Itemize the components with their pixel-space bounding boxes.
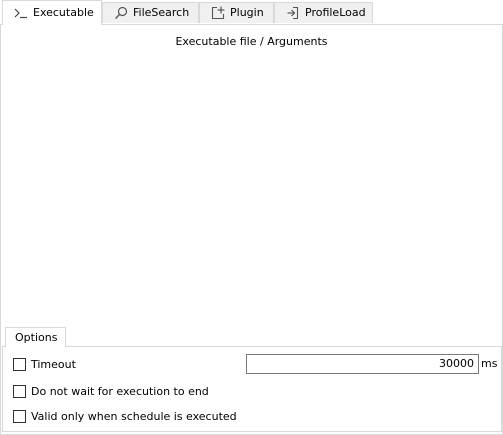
tab-plugin[interactable]: Plugin xyxy=(199,2,274,23)
timeout-input[interactable]: 30000 xyxy=(246,354,479,374)
tab-options-label: Options xyxy=(15,331,58,344)
terminal-icon xyxy=(13,5,29,21)
tab-filesearch-label: FileSearch xyxy=(133,6,190,19)
schedule-only-label: Valid only when schedule is executed xyxy=(31,409,237,423)
timeout-label: Timeout xyxy=(31,357,76,371)
schedule-only-checkbox[interactable]: Valid only when schedule is executed xyxy=(13,409,237,423)
executable-tab-page: Executable file / Arguments Options Time… xyxy=(0,24,503,435)
tab-options[interactable]: Options xyxy=(5,327,66,347)
tab-executable[interactable]: Executable xyxy=(2,0,102,25)
timeout-checkbox[interactable]: Timeout xyxy=(13,357,76,371)
tab-profileload[interactable]: ProfileLoad xyxy=(274,2,373,23)
tab-plugin-label: Plugin xyxy=(230,6,264,19)
no-wait-checkbox[interactable]: Do not wait for execution to end xyxy=(13,384,209,398)
tab-filesearch[interactable]: FileSearch xyxy=(102,2,199,23)
timeout-checkbox-box[interactable] xyxy=(13,357,26,371)
no-wait-label: Do not wait for execution to end xyxy=(31,384,209,398)
search-icon xyxy=(113,5,129,21)
tab-profileload-label: ProfileLoad xyxy=(305,6,366,19)
timeout-unit-label: ms xyxy=(481,357,498,370)
schedule-only-checkbox-box[interactable] xyxy=(13,409,26,423)
executable-arguments-area[interactable] xyxy=(4,55,499,325)
profile-load-icon xyxy=(285,5,301,21)
tab-strip: Executable FileSearch Plugin ProfileLoad xyxy=(0,0,503,25)
options-panel: Timeout 30000 ms Do not wait for executi… xyxy=(2,346,502,432)
no-wait-checkbox-box[interactable] xyxy=(13,384,26,398)
executable-arguments-caption: Executable file / Arguments xyxy=(175,35,328,48)
tab-executable-label: Executable xyxy=(33,6,94,19)
executable-settings-window: Executable FileSearch Plugin ProfileLoad… xyxy=(0,0,503,435)
plugin-add-icon xyxy=(210,5,226,21)
